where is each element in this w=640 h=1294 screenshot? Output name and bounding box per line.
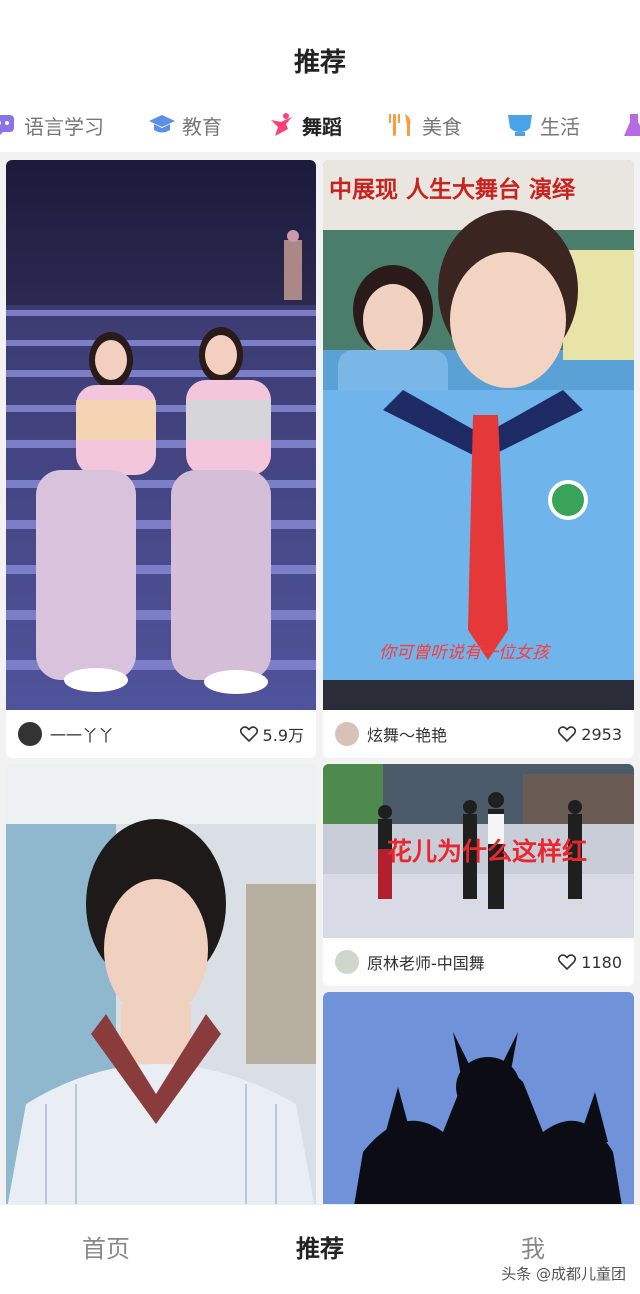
cup-icon bbox=[506, 112, 534, 138]
video-feed: 一一丫丫 5.9万 中展现 人生大舞台 演绎 你可曾听说有一位女孩 炫舞～艳艳 … bbox=[0, 152, 640, 1204]
video-card[interactable] bbox=[6, 764, 316, 1204]
tab-home[interactable]: 首页 bbox=[82, 1229, 130, 1264]
bottom-tab-bar: 首页 推荐 我 头条 @成都儿童团 bbox=[0, 1204, 640, 1294]
video-card[interactable]: 一一丫丫 5.9万 bbox=[6, 160, 316, 758]
graduation-cap-icon bbox=[148, 112, 176, 138]
tab-recommend[interactable]: 推荐 bbox=[296, 1229, 344, 1264]
like-count[interactable]: 5.9万 bbox=[239, 722, 304, 746]
like-count-value: 1180 bbox=[581, 952, 622, 972]
video-card[interactable] bbox=[323, 992, 634, 1204]
video-thumbnail: 花儿为什么这样红 bbox=[323, 764, 634, 938]
category-label: 教育 bbox=[182, 114, 222, 139]
video-thumbnail bbox=[6, 160, 316, 710]
video-thumbnail bbox=[6, 764, 316, 1204]
category-tab-dance[interactable]: 舞蹈 bbox=[268, 108, 342, 142]
category-tab-education[interactable]: 教育 bbox=[148, 108, 222, 142]
avatar[interactable] bbox=[335, 722, 359, 746]
card-meta: 炫舞～艳艳 2953 bbox=[323, 710, 634, 758]
category-tab-science[interactable] bbox=[624, 108, 640, 142]
tab-me[interactable]: 我 bbox=[521, 1229, 545, 1264]
like-count-value: 2953 bbox=[581, 724, 622, 744]
video-caption-bottom: 你可曾听说有一位女孩 bbox=[379, 643, 549, 663]
author-name[interactable]: 炫舞～艳艳 bbox=[367, 722, 558, 746]
card-meta: 一一丫丫 5.9万 bbox=[6, 710, 316, 758]
like-count[interactable]: 1180 bbox=[558, 953, 622, 972]
heart-icon bbox=[558, 954, 577, 970]
like-count-value: 5.9万 bbox=[262, 726, 304, 745]
video-caption-top: 中展现 人生大舞台 演绎 bbox=[329, 176, 576, 203]
watermark: 头条 @成都儿童团 bbox=[501, 1265, 626, 1283]
heart-icon bbox=[558, 726, 577, 742]
category-tab-food[interactable]: 美食 bbox=[388, 108, 462, 142]
avatar[interactable] bbox=[18, 722, 42, 746]
category-label: 美食 bbox=[422, 114, 462, 139]
heart-icon bbox=[239, 726, 258, 742]
category-bar: 语言学习 教育 舞蹈 美食 生活 bbox=[0, 100, 640, 150]
video-thumbnail bbox=[323, 992, 634, 1204]
language-icon bbox=[0, 112, 18, 138]
category-label: 语言学习 bbox=[24, 114, 104, 139]
video-thumbnail: 中展现 人生大舞台 演绎 你可曾听说有一位女孩 bbox=[323, 160, 634, 710]
video-card[interactable]: 中展现 人生大舞台 演绎 你可曾听说有一位女孩 炫舞～艳艳 2953 bbox=[323, 160, 634, 758]
like-count[interactable]: 2953 bbox=[558, 725, 622, 744]
video-card[interactable]: 花儿为什么这样红 原林老师-中国舞 1180 bbox=[323, 764, 634, 986]
header: 推荐 bbox=[0, 0, 640, 100]
category-tab-life[interactable]: 生活 bbox=[506, 108, 580, 142]
category-label: 生活 bbox=[540, 114, 580, 139]
card-meta: 原林老师-中国舞 1180 bbox=[323, 938, 634, 986]
video-caption: 花儿为什么这样红 bbox=[387, 837, 588, 866]
fork-knife-icon bbox=[388, 112, 416, 138]
dance-icon bbox=[268, 112, 296, 138]
flask-icon bbox=[624, 112, 640, 138]
author-name[interactable]: 原林老师-中国舞 bbox=[367, 950, 558, 974]
avatar[interactable] bbox=[335, 950, 359, 974]
page-title: 推荐 bbox=[293, 48, 346, 78]
category-label: 舞蹈 bbox=[302, 114, 342, 139]
category-tab-language[interactable]: 语言学习 bbox=[0, 108, 104, 142]
author-name[interactable]: 一一丫丫 bbox=[50, 722, 240, 746]
